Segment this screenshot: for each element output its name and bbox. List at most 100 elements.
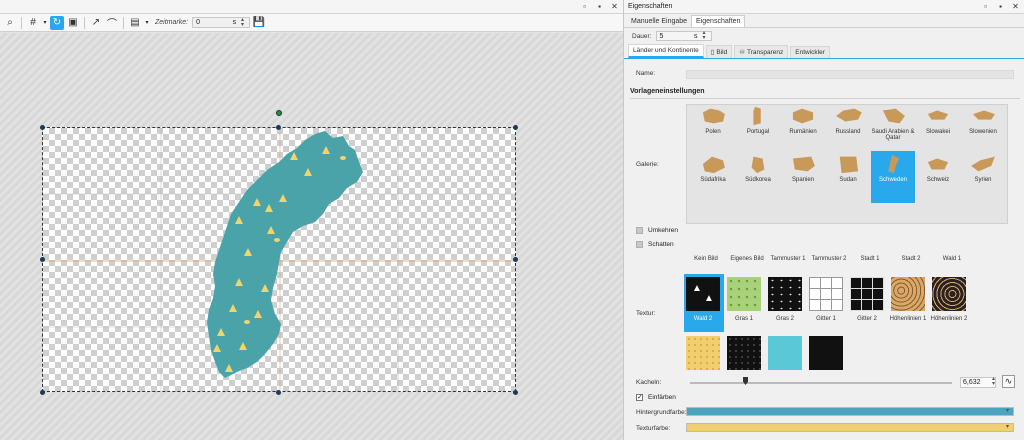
- spin-icon[interactable]: ▴ ▾: [239, 17, 246, 28]
- checkbox-umkehren[interactable]: Umkehren: [636, 227, 678, 234]
- gallery-item[interactable]: Rumänien: [781, 105, 825, 155]
- checkbox-box[interactable]: ✓: [636, 394, 643, 401]
- gallery-item[interactable]: Syrien: [961, 151, 1005, 203]
- tab-entwickler[interactable]: Entwickler: [790, 46, 830, 58]
- checkbox-box[interactable]: [636, 227, 643, 234]
- kacheln-slider[interactable]: [690, 382, 952, 384]
- gallery-item-label: Sudan: [839, 177, 857, 183]
- texture-tile[interactable]: [727, 277, 761, 311]
- resize-handle-tl[interactable]: [40, 125, 45, 130]
- resize-handle-b[interactable]: [276, 390, 281, 395]
- gallery-item-label: Südkorea: [745, 177, 771, 183]
- tab-laender[interactable]: Länder und Kontinente: [628, 44, 704, 58]
- time-input[interactable]: 0 s ▴ ▾: [192, 17, 251, 28]
- curve-edit-icon[interactable]: ⌒: [105, 16, 119, 30]
- checkbox-einfaerben[interactable]: ✓ Einfärben: [636, 394, 676, 401]
- dauer-input[interactable]: 5 s ▴ ▾: [655, 30, 712, 41]
- gallery-item[interactable]: Sudan: [826, 151, 870, 203]
- gallery-item[interactable]: Südafrika: [691, 151, 735, 203]
- tree-icon: ▲: [704, 293, 714, 304]
- resize-handle-l[interactable]: [40, 257, 45, 262]
- grid-icon[interactable]: #: [26, 16, 40, 30]
- camera-icon[interactable]: ▣: [66, 16, 80, 30]
- gallery-item[interactable]: Polen: [691, 105, 735, 155]
- checkbox-label: Schatten: [648, 241, 674, 248]
- spin-icon[interactable]: ▴ ▾: [701, 30, 708, 41]
- layer-canvas[interactable]: [42, 127, 517, 393]
- gallery-item[interactable]: Südkorea: [736, 151, 780, 203]
- texture-tile[interactable]: [850, 277, 884, 311]
- texture-label: Wald 2: [693, 316, 713, 322]
- checkbox-label: Einfärben: [648, 394, 676, 401]
- tab-transparenz[interactable]: ♾ Transparenz: [734, 45, 789, 58]
- separator: [84, 16, 85, 29]
- chevron-down-icon[interactable]: ▾: [144, 16, 150, 30]
- curve-icon[interactable]: ∿: [1002, 375, 1015, 388]
- texture-tile[interactable]: ▲ ▲: [686, 277, 720, 311]
- dauer-row: Dauer: 5 s ▴ ▾: [624, 28, 1024, 44]
- gallery-item[interactable]: Saudi Arabien & Qatar: [871, 105, 915, 155]
- texture-tile[interactable]: [768, 277, 802, 311]
- pin-icon[interactable]: ▪: [595, 2, 604, 11]
- texture-tile[interactable]: [891, 277, 925, 311]
- country-gallery[interactable]: Polen Portugal Rumänien Russland Saudi Arabi…: [686, 104, 1008, 224]
- tab-manuelle-eingabe[interactable]: Manuelle Eingabe: [627, 16, 691, 27]
- restore-icon[interactable]: ▫: [981, 2, 990, 11]
- resize-handle-t[interactable]: [276, 125, 281, 130]
- zoom-icon[interactable]: ⌕: [3, 16, 17, 30]
- gallery-item[interactable]: Slowenien: [961, 105, 1005, 155]
- rotation-handle[interactable]: [276, 110, 282, 116]
- chevron-down-icon[interactable]: ▾: [42, 16, 48, 30]
- resize-handle-br[interactable]: [513, 390, 518, 395]
- dauer-label: Dauer:: [632, 32, 652, 40]
- gallery-item[interactable]: Russland: [826, 105, 870, 155]
- texture-header: Stadt 2: [901, 256, 921, 262]
- texture-tile[interactable]: [809, 336, 843, 370]
- texture-tile[interactable]: [768, 336, 802, 370]
- texturfarbe-color-picker[interactable]: [686, 423, 1014, 432]
- dauer-value: 5: [659, 32, 664, 40]
- gallery-item-label: Rumänien: [789, 129, 817, 135]
- name-input[interactable]: [686, 70, 1014, 79]
- hintergrund-color-picker[interactable]: [686, 407, 1014, 416]
- gallery-item[interactable]: Spanien: [781, 151, 825, 203]
- section-divider: [630, 98, 1020, 99]
- tab-bild-label: Bild: [716, 48, 728, 56]
- texture-label: Gitter 1: [816, 316, 836, 322]
- main-tabs: Manuelle Eingabe Eigenschaften: [624, 14, 1024, 28]
- texture-label: Gras 1: [734, 316, 753, 322]
- gallery-item[interactable]: Slowakei: [916, 105, 960, 155]
- checkbox-schatten[interactable]: Schatten: [636, 241, 674, 248]
- pin-icon[interactable]: ▪: [996, 2, 1005, 11]
- save-icon[interactable]: 💾: [252, 16, 266, 30]
- gallery-item[interactable]: Schweden: [871, 151, 915, 203]
- resize-handle-bl[interactable]: [40, 390, 45, 395]
- texture-tile[interactable]: [809, 277, 843, 311]
- path-mode-icon[interactable]: ↻: [50, 15, 64, 30]
- restore-icon[interactable]: ▫: [580, 2, 589, 11]
- gallery-item[interactable]: Schweiz: [916, 151, 960, 203]
- chevron-down-icon[interactable]: ▾: [1006, 407, 1009, 414]
- texture-tile[interactable]: [932, 277, 966, 311]
- checkbox-box[interactable]: [636, 241, 643, 248]
- country-shape: [971, 156, 995, 172]
- tab-bild[interactable]: ▯ Bild: [705, 45, 733, 58]
- texture-header: Kein Bild: [694, 256, 718, 262]
- resize-handle-r[interactable]: [513, 257, 518, 262]
- chevron-down-icon[interactable]: ▾: [1006, 423, 1009, 430]
- country-shape: [792, 108, 814, 124]
- close-icon[interactable]: ✕: [610, 2, 619, 11]
- align-icon[interactable]: ▤: [128, 16, 142, 30]
- close-icon[interactable]: ✕: [1011, 2, 1020, 11]
- tab-laender-label: Länder und Kontinente: [633, 47, 699, 54]
- dauer-unit: s: [694, 32, 698, 40]
- properties-titlebar: Eigenschaften ▫ ▪ ✕: [624, 0, 1024, 14]
- tab-eigenschaften[interactable]: Eigenschaften: [691, 15, 746, 27]
- resize-handle-tr[interactable]: [513, 125, 518, 130]
- spin-icon[interactable]: ▴ ▾: [990, 376, 997, 387]
- gallery-item[interactable]: Portugal: [736, 105, 780, 155]
- country-shape: [792, 156, 815, 172]
- curve-tool-icon[interactable]: ↗: [89, 16, 103, 30]
- texture-tile[interactable]: [686, 336, 720, 370]
- texture-tile[interactable]: [727, 336, 761, 370]
